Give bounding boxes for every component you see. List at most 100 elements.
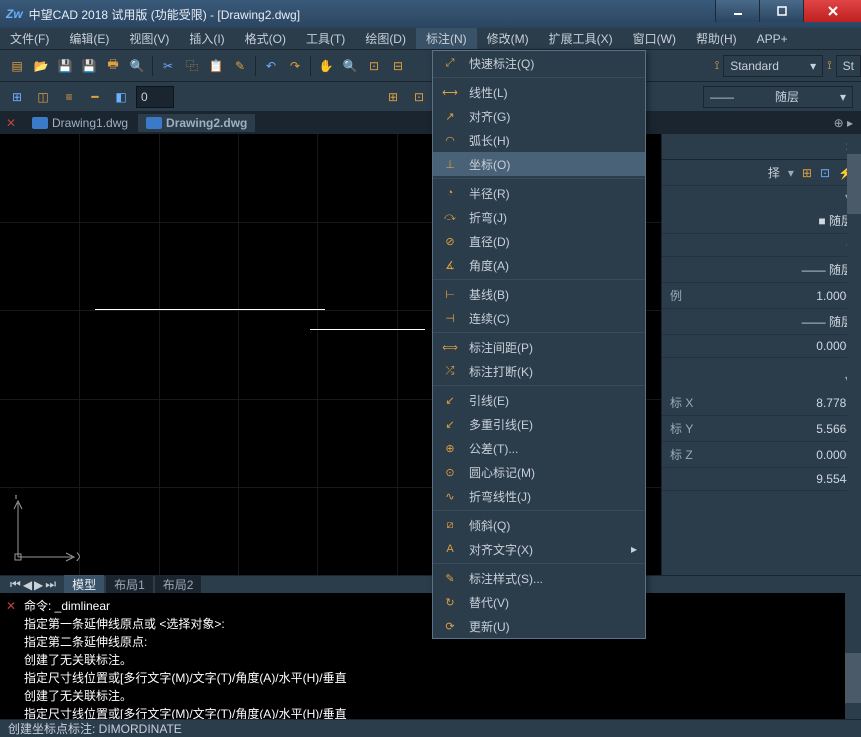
cmd-scrollbar[interactable] [845, 593, 861, 719]
doctab-0[interactable]: Drawing1.dwg [24, 114, 136, 132]
prop-row-2[interactable]: —— 随层 [662, 257, 861, 283]
st-combo[interactable]: St [836, 55, 861, 77]
prop-row-1[interactable]: 0 [662, 234, 861, 257]
undo-icon[interactable]: ↶ [260, 55, 282, 77]
menu-item-5[interactable]: ⊥坐标(O) [433, 152, 645, 176]
doc-close-icon[interactable]: ✕ [6, 116, 16, 130]
tab-overflow-icon[interactable]: ⊕ ▸ [834, 116, 853, 130]
menu-7[interactable]: 标注(N) [416, 28, 477, 49]
dimstyle-combo[interactable]: Standard▾ [723, 55, 823, 77]
model-tab-0[interactable]: 模型 [64, 575, 104, 594]
menu-item-8[interactable]: ⤼折弯(J) [433, 205, 645, 229]
paste-icon[interactable]: 📋 [205, 55, 227, 77]
menu-item-27[interactable]: ✎标注样式(S)... [433, 566, 645, 590]
menu-4[interactable]: 格式(O) [235, 28, 296, 49]
menu-5[interactable]: 工具(T) [296, 28, 355, 49]
maximize-button[interactable] [759, 0, 803, 22]
menu-item-22[interactable]: ∿折弯线性(J) [433, 484, 645, 508]
menu-1[interactable]: 编辑(E) [59, 28, 119, 49]
layer-icon[interactable]: ⊞ [6, 86, 28, 108]
menu-2[interactable]: 视图(V) [119, 28, 179, 49]
menu-item-4[interactable]: ◠弧长(H) [433, 128, 645, 152]
menu-6[interactable]: 绘图(D) [355, 28, 416, 49]
menu-item-20[interactable]: ⊕公差(T)... [433, 436, 645, 460]
menu-item-10[interactable]: ∡角度(A) [433, 253, 645, 277]
saveall-icon[interactable]: 💾 [78, 55, 100, 77]
menu-11[interactable]: 帮助(H) [686, 28, 747, 49]
coord-row-2[interactable]: 标 Z0.0000 [662, 442, 861, 468]
menu-3[interactable]: 插入(I) [179, 28, 234, 49]
coord-row-0[interactable]: 标 X8.7789 [662, 390, 861, 416]
prop-row-0[interactable]: ■ 随层 [662, 208, 861, 234]
model-tab-2[interactable]: 布局2 [155, 575, 202, 594]
layers-icon[interactable]: ◫ [32, 86, 54, 108]
zoomprev-icon[interactable]: ⊟ [387, 55, 409, 77]
prop-row-4[interactable]: —— 随层 [662, 309, 861, 335]
doctab-1[interactable]: Drawing2.dwg [138, 114, 255, 132]
coord-row-1[interactable]: 标 Y5.5664 [662, 416, 861, 442]
menu-item-icon: ◠ [441, 131, 459, 149]
menu-0[interactable]: 文件(F) [0, 28, 59, 49]
menu-item-19[interactable]: ↙多重引线(E) [433, 412, 645, 436]
match-icon[interactable]: ✎ [229, 55, 251, 77]
dimstyle2-icon[interactable]: ⟟ [827, 58, 831, 73]
menu-item-28[interactable]: ↻替代(V) [433, 590, 645, 614]
new-icon[interactable]: ▤ [6, 55, 28, 77]
command-area[interactable]: ✕ 命令: _dimlinear指定第一条延伸线原点或 <选择对象>:指定第二条… [0, 593, 861, 719]
copy-icon[interactable]: ⿻ [181, 55, 203, 77]
color-icon[interactable]: ◧ [110, 86, 132, 108]
print-icon[interactable]: 🖶 [102, 55, 124, 77]
menu-item-icon: ⤢ [441, 54, 459, 72]
menu-item-29[interactable]: ⟳更新(U) [433, 614, 645, 638]
close-button[interactable] [803, 0, 861, 22]
ltype-icon[interactable]: ≡ [58, 86, 80, 108]
save-icon[interactable]: 💾 [54, 55, 76, 77]
menu-10[interactable]: 窗口(W) [623, 28, 686, 49]
linetype-combo[interactable]: ——随层▾ [703, 86, 853, 108]
menu-12[interactable]: APP+ [747, 30, 798, 48]
tab-nav-next[interactable]: ▶ [34, 578, 43, 592]
menu-item-3[interactable]: ↗对齐(G) [433, 104, 645, 128]
zoom-icon[interactable]: 🔍 [339, 55, 361, 77]
menu-item-18[interactable]: ↙引线(E) [433, 388, 645, 412]
cut-icon[interactable]: ✂ [157, 55, 179, 77]
layer-input[interactable]: 0 [136, 86, 174, 108]
coord-row-3[interactable]: 9.5544 [662, 468, 861, 491]
tab-nav-last[interactable]: ⏭ [45, 577, 56, 592]
lweight-icon[interactable]: ━ [84, 86, 106, 108]
prop-row-3[interactable]: 例1.0000 [662, 283, 861, 309]
menu-item-16[interactable]: ⤮标注打断(K) [433, 359, 645, 383]
open-icon[interactable]: 📂 [30, 55, 52, 77]
quick-icon[interactable]: ⊡ [820, 166, 830, 180]
menu-8[interactable]: 修改(M) [477, 28, 539, 49]
menu-item-icon: A [441, 540, 459, 558]
menu-9[interactable]: 扩展工具(X) [539, 28, 623, 49]
pan-icon[interactable]: ✋ [315, 55, 337, 77]
zoomwin-icon[interactable]: ⊡ [363, 55, 385, 77]
menu-item-13[interactable]: ⊣连续(C) [433, 306, 645, 330]
menu-item-12[interactable]: ⊢基线(B) [433, 282, 645, 306]
blockedit-icon[interactable]: ⊡ [408, 86, 430, 108]
menu-item-0[interactable]: ⤢快速标注(Q) [433, 51, 645, 75]
block-icon[interactable]: ⊞ [382, 86, 404, 108]
menu-item-25[interactable]: A对齐文字(X)▸ [433, 537, 645, 561]
menu-item-24[interactable]: ⧄倾斜(Q) [433, 513, 645, 537]
panel-scrollbar[interactable] [847, 134, 861, 575]
cmd-close-icon[interactable]: ✕ [6, 597, 16, 615]
menu-item-21[interactable]: ⊙圆心标记(M) [433, 460, 645, 484]
prop-row-5[interactable]: 0.0000 [662, 335, 861, 358]
menu-item-7[interactable]: ◔半径(R) [433, 181, 645, 205]
minimize-button[interactable] [715, 0, 759, 22]
menu-item-9[interactable]: ⊘直径(D) [433, 229, 645, 253]
menu-item-icon: ⊢ [441, 285, 459, 303]
model-tab-1[interactable]: 布局1 [106, 575, 153, 594]
tab-nav-prev[interactable]: ◀ [23, 578, 32, 592]
redo-icon[interactable]: ↷ [284, 55, 306, 77]
dimstyle-icon[interactable]: ⟟ [715, 58, 719, 73]
panel-selection-label: 择 [768, 164, 780, 181]
menu-item-15[interactable]: ⟺标注间距(P) [433, 335, 645, 359]
menu-item-2[interactable]: ⟷线性(L) [433, 80, 645, 104]
tab-nav-first[interactable]: ⏮ [10, 577, 21, 592]
preview-icon[interactable]: 🔍 [126, 55, 148, 77]
pick-icon[interactable]: ⊞ [802, 166, 812, 180]
